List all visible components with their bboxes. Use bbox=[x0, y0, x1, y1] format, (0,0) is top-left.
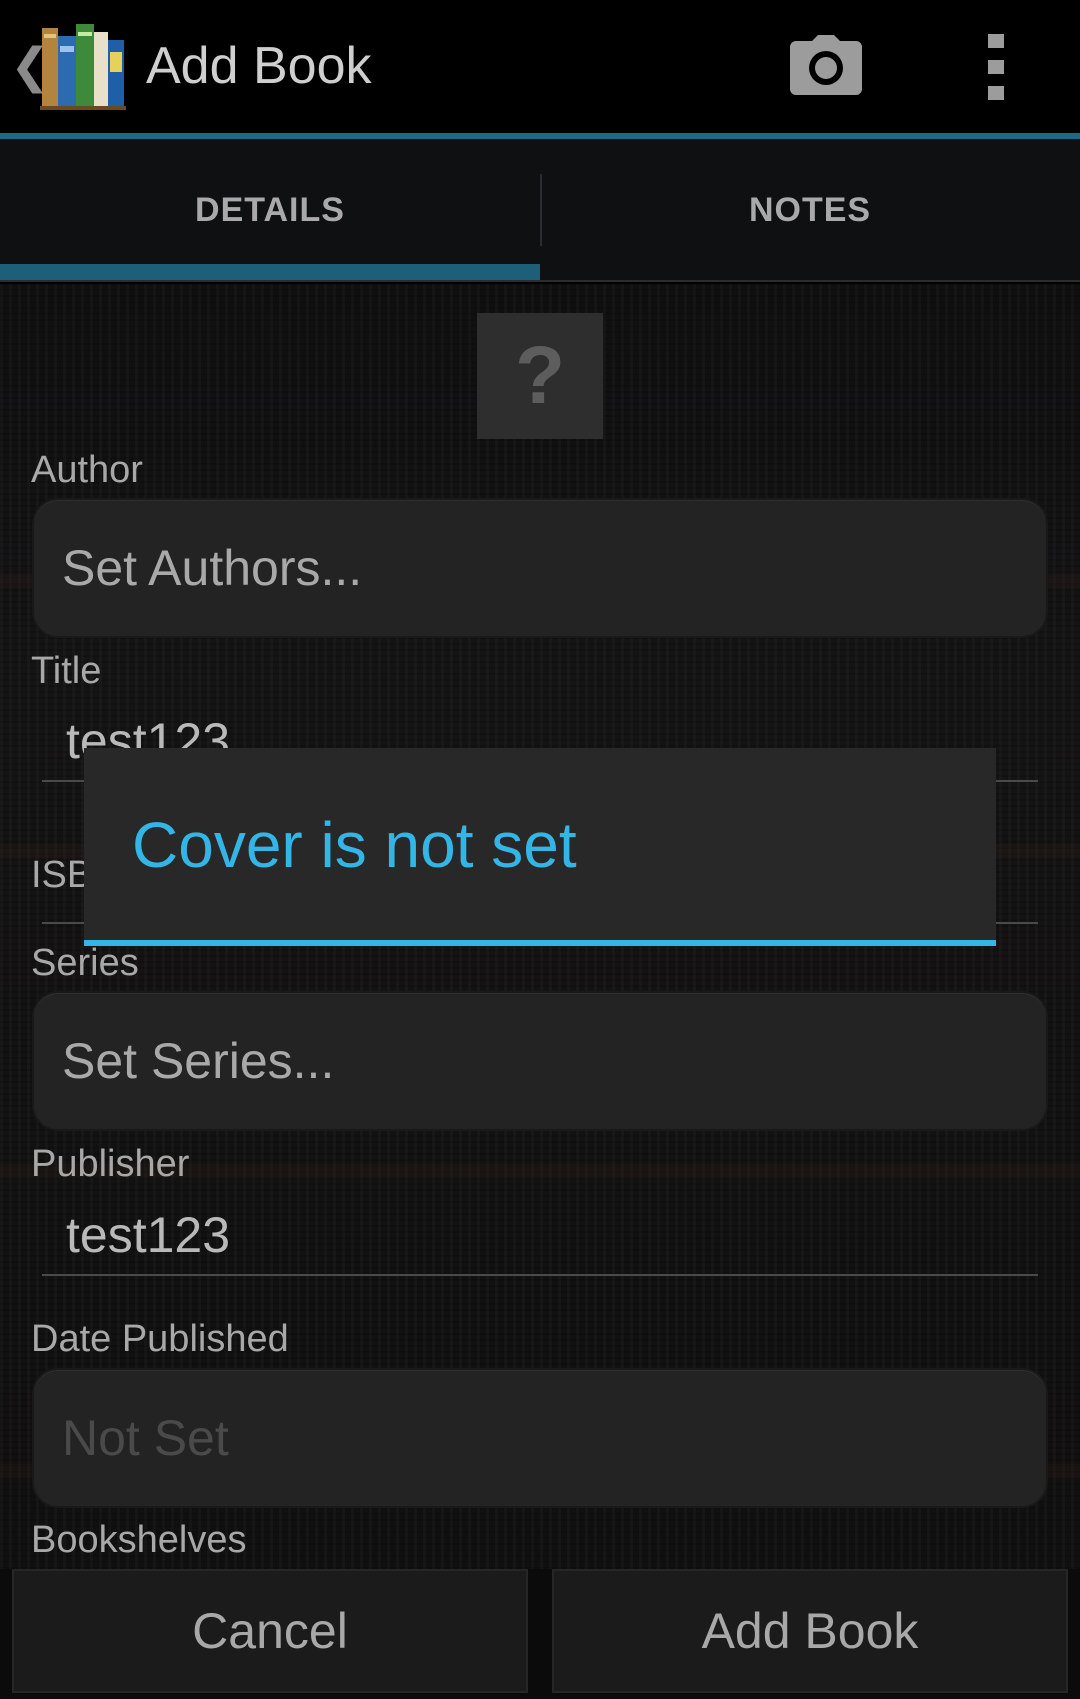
tab-notes[interactable]: NOTES bbox=[540, 139, 1080, 282]
bottom-button-bar: Cancel Add Book bbox=[0, 1569, 1080, 1699]
date-published-field[interactable]: Not Set bbox=[32, 1368, 1048, 1508]
tab-details[interactable]: DETAILS bbox=[0, 139, 540, 282]
author-label: Author bbox=[31, 449, 143, 491]
publisher-field[interactable]: test123 bbox=[42, 1196, 1038, 1276]
publisher-label: Publisher bbox=[31, 1143, 190, 1185]
bookshelves-label: Bookshelves bbox=[31, 1519, 247, 1561]
title-label: Title bbox=[31, 650, 102, 692]
screen-title: Add Book bbox=[146, 37, 372, 95]
overflow-menu-icon[interactable] bbox=[980, 34, 1012, 100]
date-published-label: Date Published bbox=[31, 1318, 289, 1360]
series-field[interactable]: Set Series... bbox=[32, 991, 1048, 1131]
series-label: Series bbox=[31, 942, 139, 984]
dialog-title: Cover is not set bbox=[132, 809, 577, 881]
bookshelf-app-icon[interactable] bbox=[40, 22, 126, 110]
add-book-button[interactable]: Add Book bbox=[552, 1569, 1068, 1693]
cover-not-set-dialog[interactable]: Cover is not set bbox=[84, 748, 996, 946]
dialog-title-divider bbox=[84, 940, 996, 946]
question-mark-icon: ? bbox=[514, 330, 566, 421]
camera-icon[interactable] bbox=[790, 35, 862, 95]
tab-bar: DETAILS NOTES bbox=[0, 139, 1080, 282]
selected-tab-indicator bbox=[0, 264, 540, 280]
cover-image-placeholder[interactable]: ? bbox=[477, 313, 603, 439]
action-bar: ❮ Add Book bbox=[0, 0, 1080, 139]
cancel-button[interactable]: Cancel bbox=[12, 1569, 528, 1693]
author-field[interactable]: Set Authors... bbox=[32, 498, 1048, 638]
